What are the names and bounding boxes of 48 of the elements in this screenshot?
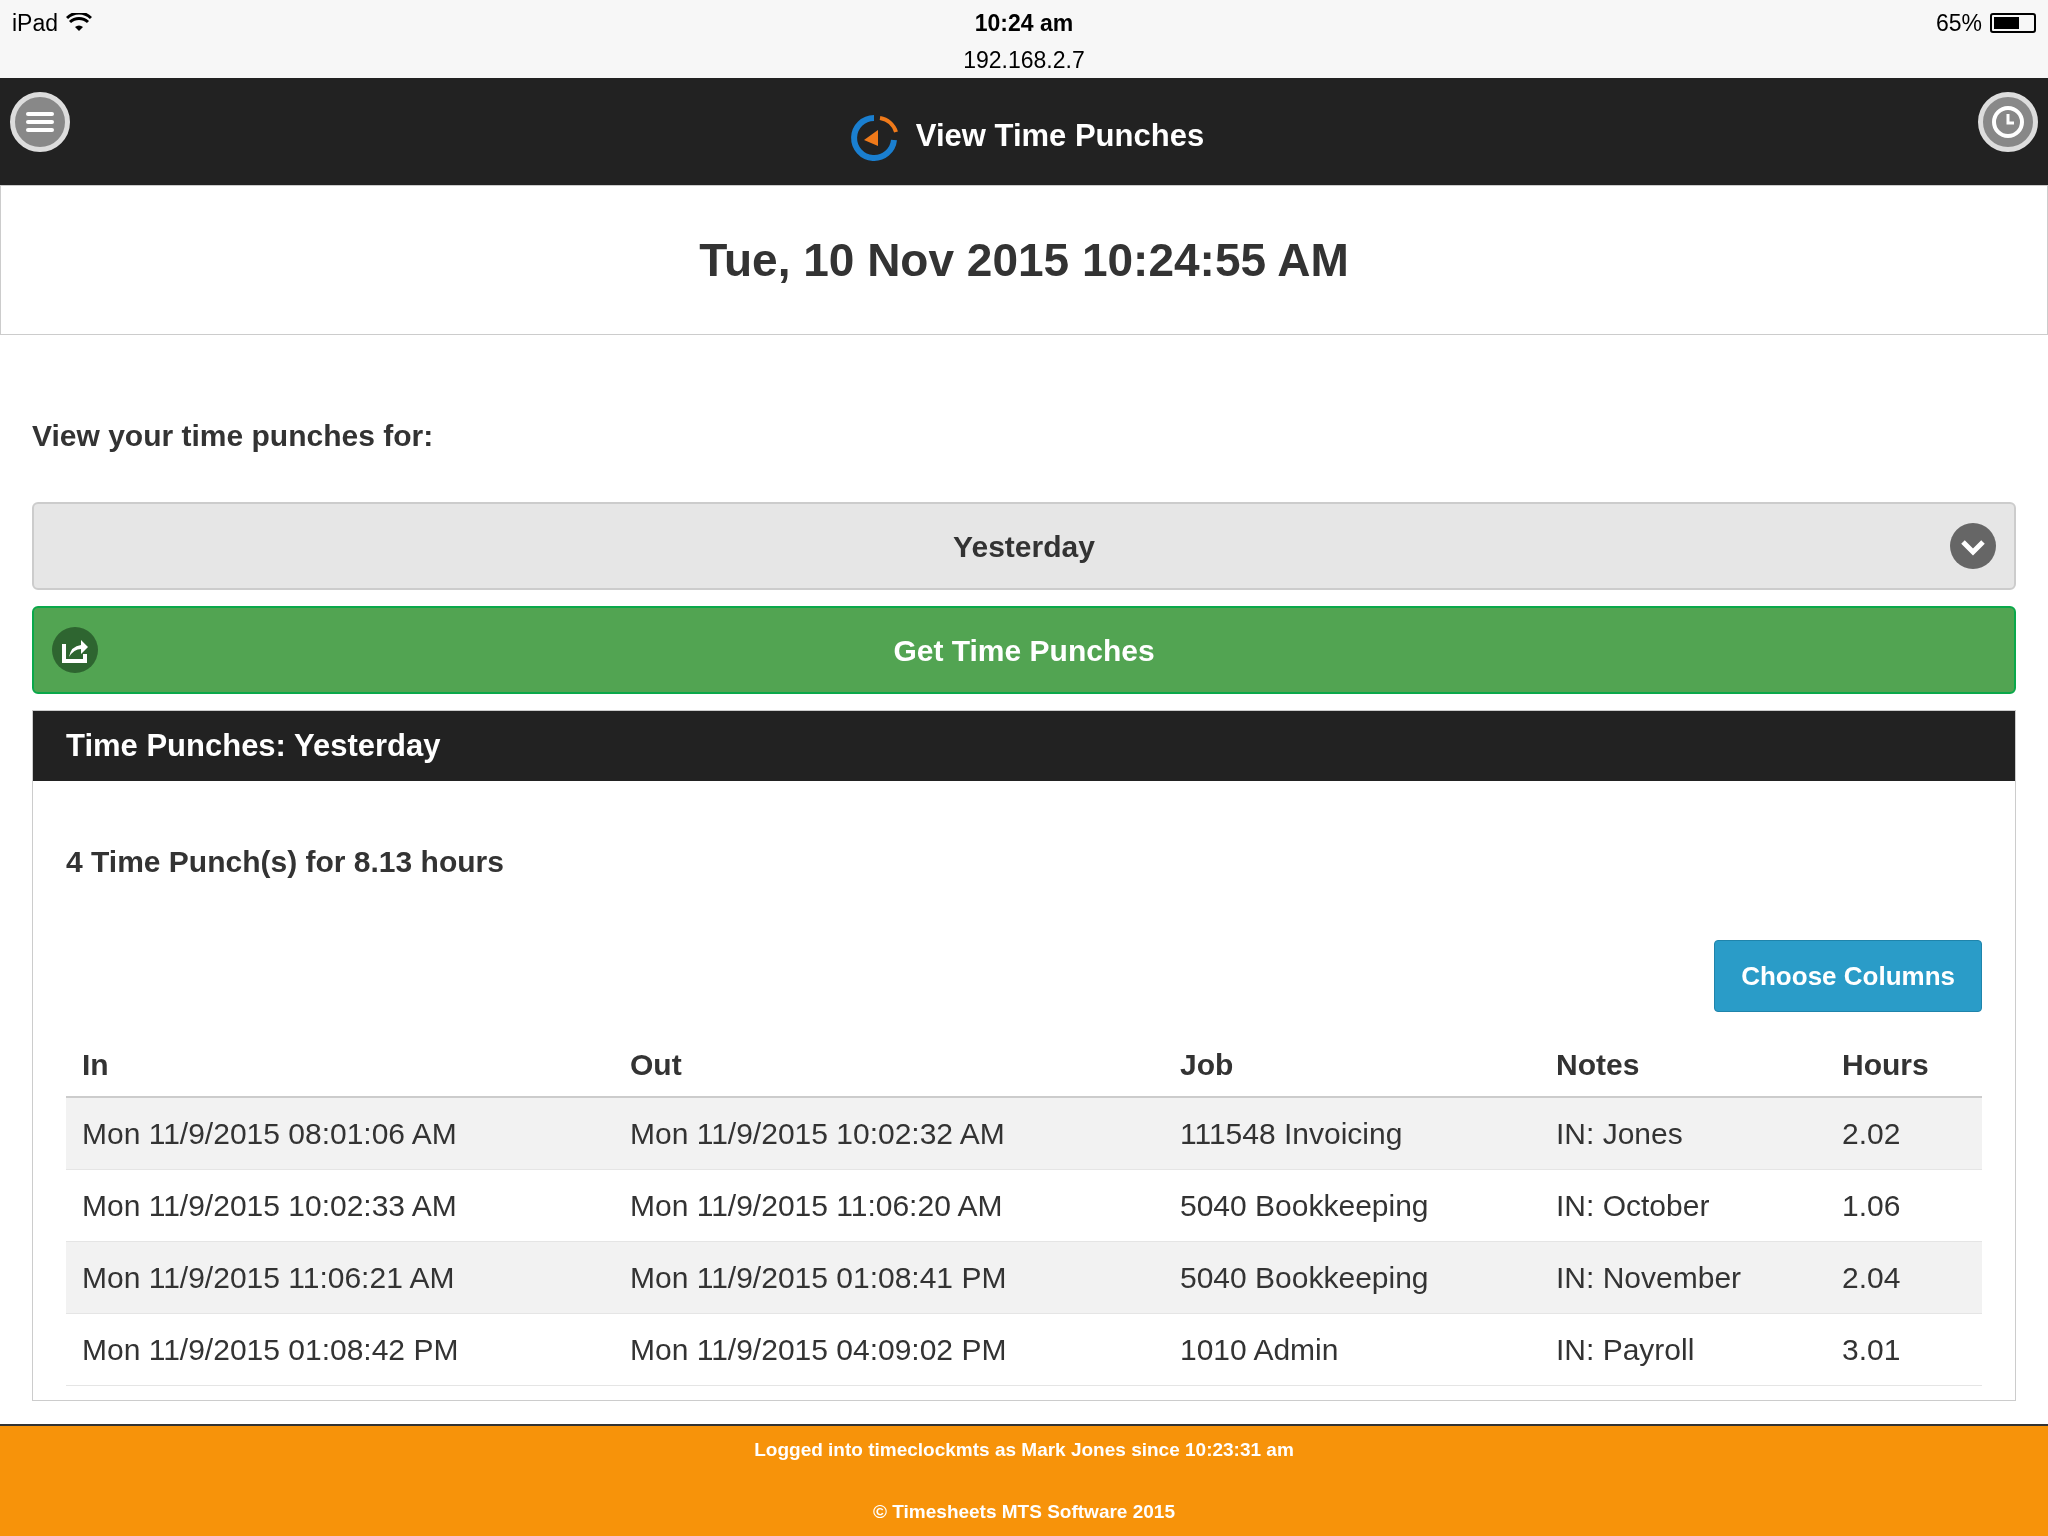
table-cell: 5040 Bookkeeping (1180, 1189, 1429, 1222)
table-cell: Mon 11/9/2015 04:09:02 PM (630, 1333, 1007, 1366)
copyright-text: © Timesheets MTS Software 2015 (873, 1499, 1175, 1524)
table-cell: IN: October (1556, 1189, 1710, 1222)
table-cell: Mon 11/9/2015 11:06:20 AM (630, 1189, 1003, 1222)
table-cell: IN: November (1556, 1261, 1742, 1294)
table-cell: Mon 11/9/2015 08:01:06 AM (82, 1117, 457, 1150)
login-info: Logged into timeclockmts as Mark Jones since 10:23:31 am (754, 1438, 1294, 1462)
battery-icon (1990, 13, 2036, 34)
select-value: Yesterday (953, 528, 1095, 565)
clock-time: 10:24 am (974, 9, 1074, 38)
punch-summary: 4 Time Punch(s) for 8.13 hours (66, 844, 505, 880)
battery-percent: 65% (1935, 9, 1982, 38)
period-label: View your time punches for: (32, 418, 435, 454)
panel-title: Time Punches: Yesterday (66, 726, 441, 765)
table-cell: 3.01 (1842, 1333, 1901, 1366)
page-address: 192.168.2.7 (963, 45, 1085, 75)
table-cell: 5040 Bookkeeping (1180, 1261, 1429, 1294)
column-header: Notes (1556, 1047, 1640, 1081)
table-cell: Mon 11/9/2015 10:02:32 AM (630, 1117, 1005, 1150)
period-select[interactable]: Yesterday (32, 502, 2016, 590)
column-header: Job (1180, 1047, 1234, 1081)
table-cell: Mon 11/9/2015 11:06:21 AM (82, 1261, 455, 1294)
column-header: Hours (1842, 1047, 1929, 1081)
table-cell: 111548 Invoicing (1180, 1117, 1403, 1150)
column-header: In (82, 1047, 109, 1081)
page-title: View Time Punches (915, 117, 1205, 156)
table-cell: IN: Payroll (1556, 1333, 1695, 1366)
device-name: iPad (12, 9, 59, 38)
table-cell: 1.06 (1842, 1189, 1901, 1222)
table-cell: 2.02 (1842, 1117, 1901, 1150)
current-datetime: Tue, 10 Nov 2015 10:24:55 AM (699, 232, 1349, 288)
share-icon (52, 627, 98, 673)
table-cell: Mon 11/9/2015 10:02:33 AM (82, 1189, 457, 1222)
table-cell: Mon 11/9/2015 01:08:42 PM (82, 1333, 459, 1366)
menu-icon (26, 111, 54, 133)
table-cell: 2.04 (1842, 1261, 1901, 1294)
wifi-icon (66, 13, 93, 34)
table-cell: Mon 11/9/2015 01:08:41 PM (630, 1261, 1007, 1294)
choose-columns-button[interactable]: Choose Columns (1714, 940, 1982, 1012)
chevron-down-icon (1950, 523, 1996, 569)
get-punches-button[interactable]: Get Time Punches (32, 606, 2016, 694)
table-cell: 1010 Admin (1180, 1333, 1339, 1366)
clock-icon (1991, 105, 2025, 139)
table-cell: IN: Jones (1556, 1117, 1683, 1150)
clock-button[interactable] (1978, 92, 2038, 152)
menu-button[interactable] (10, 92, 70, 152)
column-header: Out (630, 1047, 682, 1081)
